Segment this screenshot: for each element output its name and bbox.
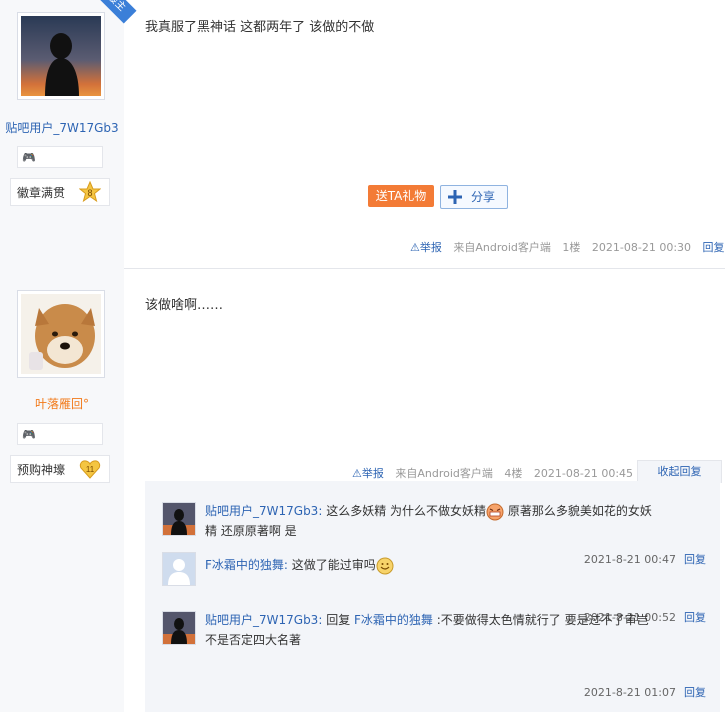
avatar[interactable]	[17, 290, 105, 378]
post-floor-1: 楼主 贴吧用户_7W17Gb3 🎮 徽章满贯 8 我真服了黑神话 这都两年了 该…	[0, 0, 725, 269]
comment-time: 2021-8-21 01:07	[583, 686, 676, 699]
client-source: 来自Android客户端	[453, 241, 551, 254]
report-link[interactable]: ⚠举报	[410, 241, 442, 254]
post-time: 2021-08-21 00:45	[533, 467, 634, 480]
share-button[interactable]: 分享	[440, 185, 508, 209]
avatar[interactable]	[17, 12, 105, 100]
comment-avatar[interactable]	[162, 552, 196, 586]
comment-user[interactable]: F冰霜中的独舞:	[205, 558, 288, 572]
level-icon: 🎮	[22, 151, 36, 164]
post-floor-4: 叶落雁回° 🎮 预购神壕 11 该做啥啊…… ⚠举报 来自Android客户端 …	[0, 268, 725, 712]
floor-number: 1楼	[562, 241, 581, 254]
badge-title: 徽章满贯	[17, 186, 66, 200]
badge-title: 预购神壕	[17, 463, 66, 477]
report-link[interactable]: ⚠举报	[352, 467, 384, 480]
badge[interactable]: 预购神壕 11	[10, 455, 110, 483]
level-star-icon: 8	[79, 181, 101, 203]
collapse-replies-button[interactable]: 收起回复	[637, 460, 722, 483]
floor-number: 4楼	[504, 467, 523, 480]
level-icon: 🎮	[22, 428, 36, 441]
comment-user[interactable]: 贴吧用户_7W17Gb3:	[205, 613, 322, 627]
comment-text: F冰霜中的独舞: 这做了能过审吗	[205, 555, 705, 575]
author-sidebar: 叶落雁回° 🎮 预购神壕 11	[0, 268, 124, 712]
post-content: 我真服了黑神话 这都两年了 该做的不做	[145, 20, 375, 35]
comment-reply-link[interactable]: 回复	[684, 686, 706, 699]
reply-link[interactable]: 回复	[703, 241, 725, 254]
gift-button[interactable]: 送TA礼物	[368, 185, 434, 207]
comment-meta: 2021-8-21 01:07 回复	[584, 684, 706, 700]
comment-avatar[interactable]	[162, 502, 196, 536]
level-bar: 🎮	[17, 423, 103, 445]
angry-emoji-icon	[486, 503, 504, 520]
smile-emoji-icon	[376, 557, 394, 574]
author-name[interactable]: 叶落雁回°	[0, 395, 124, 412]
post-time: 2021-08-21 00:30	[591, 241, 692, 254]
comment-thread: 贴吧用户_7W17Gb3: 这么多妖精 为什么不做女妖精 原著那么多貌美如花的女…	[145, 481, 720, 712]
level-heart-icon: 11	[79, 460, 101, 479]
reply-target-user[interactable]: F冰霜中的独舞	[354, 613, 433, 627]
badge[interactable]: 徽章满贯 8	[10, 178, 110, 206]
badge-level: 11	[86, 465, 95, 474]
comment-avatar[interactable]	[162, 611, 196, 645]
post-content: 该做啥啊……	[145, 298, 224, 313]
comment-text: 贴吧用户_7W17Gb3: 回复 F冰霜中的独舞 :不要做得太色情就行了 要是过…	[205, 613, 649, 647]
author-name[interactable]: 贴吧用户_7W17Gb3	[0, 119, 124, 136]
badge-level: 8	[87, 188, 92, 198]
comment-text: 贴吧用户_7W17Gb3: 这么多妖精 为什么不做女妖精 原著那么多貌美如花的女…	[205, 503, 652, 538]
level-bar: 🎮	[17, 146, 103, 168]
author-sidebar: 楼主 贴吧用户_7W17Gb3 🎮 徽章满贯 8	[0, 0, 137, 268]
client-source: 来自Android客户端	[395, 467, 493, 480]
plus-icon	[448, 190, 462, 204]
post-tail: ⚠举报 来自Android客户端 1楼 2021-08-21 00:30 回复	[410, 239, 725, 255]
share-label: 分享	[471, 190, 496, 204]
post-tail: ⚠举报 来自Android客户端 4楼 2021-08-21 00:45	[352, 465, 633, 481]
comment-user[interactable]: 贴吧用户_7W17Gb3:	[205, 504, 322, 518]
